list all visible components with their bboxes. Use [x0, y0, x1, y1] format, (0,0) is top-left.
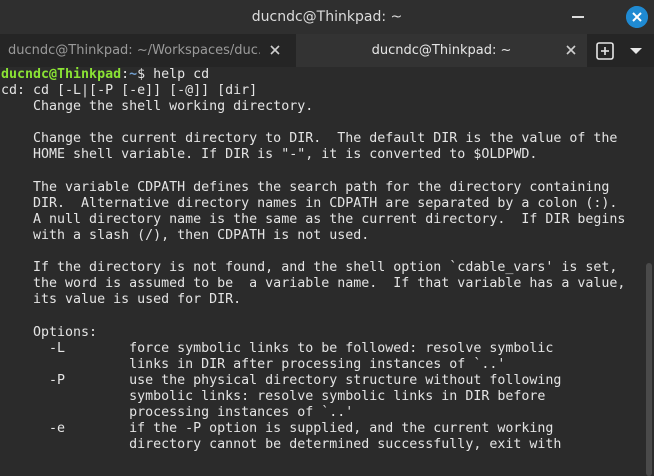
- output-line: links in DIR after processing instances …: [1, 356, 506, 372]
- output-line: processing instances of `..': [1, 404, 354, 420]
- output-line: its value is used for DIR.: [1, 292, 242, 308]
- output-line: Options:: [1, 324, 98, 340]
- plus-square-icon[interactable]: [594, 40, 616, 62]
- close-icon[interactable]: [268, 43, 282, 57]
- output-line: the word is assumed to be a variable nam…: [1, 276, 626, 292]
- output-line: -e if the -P option is supplied, and the…: [1, 421, 554, 437]
- output-line: [0, 115, 654, 131]
- close-window-icon[interactable]: [626, 6, 648, 28]
- output-line: HOME shell variable. If DIR is "-", it i…: [1, 147, 538, 163]
- output-line: [0, 164, 654, 180]
- terminal-output[interactable]: ducndc@Thinkpad:~$ help cd cd: cd [-L|[-…: [0, 67, 654, 476]
- output-line: -L force symbolic links to be followed: …: [1, 340, 554, 356]
- output-line: The variable CDPATH defines the search p…: [1, 179, 610, 195]
- window-titlebar[interactable]: ducndc@Thinkpad: ~: [0, 0, 654, 34]
- close-icon[interactable]: [564, 43, 578, 57]
- prompt-path: ~: [129, 67, 138, 82]
- tab-home[interactable]: ducndc@Thinkpad: ~: [296, 34, 587, 67]
- output-line: [0, 244, 654, 260]
- prompt-user-host: ducndc@Thinkpad: [1, 67, 122, 82]
- output-line: with a slash (/), then CDPATH is not use…: [1, 227, 370, 243]
- tab-workspaces[interactable]: ducndc@Thinkpad: ~/Workspaces/duc...: [0, 34, 296, 67]
- prompt-colon: :: [121, 67, 130, 82]
- output-line: A null directory name is the same as the…: [1, 211, 626, 227]
- output-line: directory cannot be determined successfu…: [1, 437, 562, 453]
- scrollbar[interactable]: [646, 263, 652, 476]
- prompt-command: help cd: [153, 67, 210, 82]
- minimize-icon[interactable]: [567, 6, 589, 28]
- tab-label: ducndc@Thinkpad: ~/Workspaces/duc...: [8, 43, 260, 58]
- prompt-symbol: $: [137, 67, 154, 82]
- output-line: Change the current directory to DIR. The…: [1, 131, 618, 147]
- prompt-line: ducndc@Thinkpad:~$ help cd: [0, 67, 654, 83]
- tab-bar: ducndc@Thinkpad: ~/Workspaces/duc... duc…: [0, 34, 654, 67]
- output-line: If the directory is not found, and the s…: [1, 260, 618, 276]
- output-line: symbolic links: resolve symbolic links i…: [1, 388, 546, 404]
- output-line: [0, 308, 654, 324]
- output-line: cd: cd [-L|[-P [-e]] [-@]] [dir]: [1, 83, 258, 99]
- output-line: -P use the physical directory structure …: [1, 372, 562, 388]
- window-title: ducndc@Thinkpad: ~: [251, 9, 403, 25]
- tab-label: ducndc@Thinkpad: ~: [371, 43, 512, 58]
- chevron-down-icon[interactable]: [627, 40, 645, 62]
- output-line: Change the shell working directory.: [1, 99, 314, 115]
- output-line: DIR. Alternative directory names in CDPA…: [1, 195, 618, 211]
